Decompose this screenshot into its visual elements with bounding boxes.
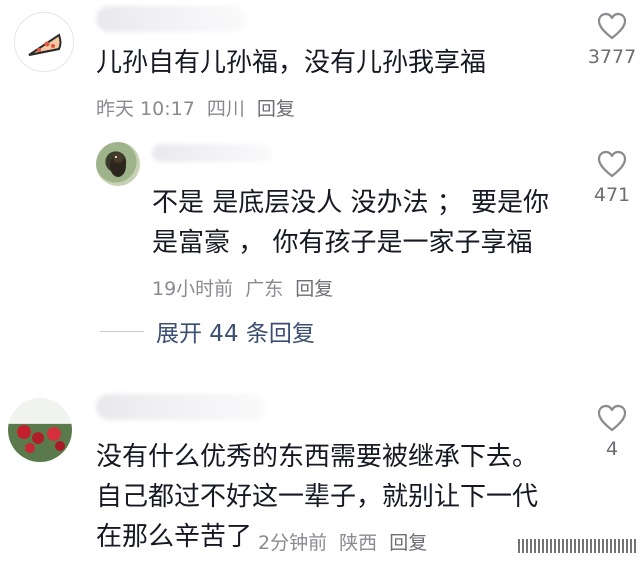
username-blurred[interactable] (96, 394, 266, 420)
like-button[interactable]: 3777 (582, 12, 640, 68)
comment-meta: 昨天 10:17 四川 回复 (96, 94, 301, 121)
avatar-pizza[interactable] (14, 12, 74, 72)
username-blurred[interactable] (96, 6, 246, 32)
comment-location: 陕西 (339, 532, 378, 554)
heart-outline-icon (597, 404, 627, 432)
comment-text-line2: 自己都过不好这一辈子，就别让下一代 (96, 482, 539, 512)
reply-item: 不是 是底层没人 没办法 ； 要是你 是富豪 ， 你有孩子是一家子享福 19小时… (0, 130, 640, 310)
reply-time: 19小时前 (152, 278, 234, 300)
comment-time: 2分钟前 (258, 532, 328, 554)
like-button[interactable]: 471 (582, 150, 640, 206)
reply-button[interactable]: 回复 (257, 98, 295, 120)
reply-location: 广东 (245, 278, 284, 300)
avatar-dog[interactable] (96, 142, 140, 186)
reply-meta: 19小时前 广东 回复 (152, 274, 339, 301)
comment-item: 没有什么优秀的东西需要被继承下去。 自己都过不好这一辈子，就别让下一代 在那么辛… (0, 380, 640, 561)
expand-replies-button[interactable]: 展开 44 条回复 (100, 314, 315, 348)
rose-photo-icon (17, 425, 65, 453)
heart-outline-icon (597, 12, 627, 40)
comment-location: 四川 (206, 98, 245, 120)
comment-text-line3: 在那么辛苦了 (96, 522, 253, 552)
comment-item: 儿孙自有儿孙福，没有儿孙我享福 昨天 10:17 四川 回复 3777 (0, 0, 640, 130)
reply-button[interactable]: 回复 (389, 532, 427, 554)
dog-photo-icon (110, 153, 126, 177)
reply-text-line2: 是富豪 ， 你有孩子是一家子享福 (152, 228, 533, 258)
like-count: 471 (593, 184, 631, 206)
expand-replies-label: 展开 44 条回复 (156, 321, 315, 347)
username-blurred[interactable] (152, 144, 272, 162)
divider-line (100, 330, 144, 332)
pizza-icon (28, 33, 62, 56)
like-button[interactable]: 4 (582, 404, 640, 460)
reply-button[interactable]: 回复 (295, 278, 333, 300)
avatar-roses[interactable] (8, 398, 72, 462)
heart-outline-icon (597, 150, 627, 178)
like-count: 4 (605, 438, 619, 460)
like-count: 3777 (587, 46, 637, 68)
reply-text-line1: 不是 是底层没人 没办法 ； 要是你 (152, 188, 550, 218)
comment-text-line1: 没有什么优秀的东西需要被继承下去。 (96, 442, 539, 472)
comment-text: 儿孙自有儿孙福，没有儿孙我享福 (96, 48, 487, 78)
comment-meta: 2分钟前 陕西 回复 (258, 528, 433, 555)
watermark (518, 539, 638, 553)
comment-time: 昨天 10:17 (96, 98, 195, 120)
